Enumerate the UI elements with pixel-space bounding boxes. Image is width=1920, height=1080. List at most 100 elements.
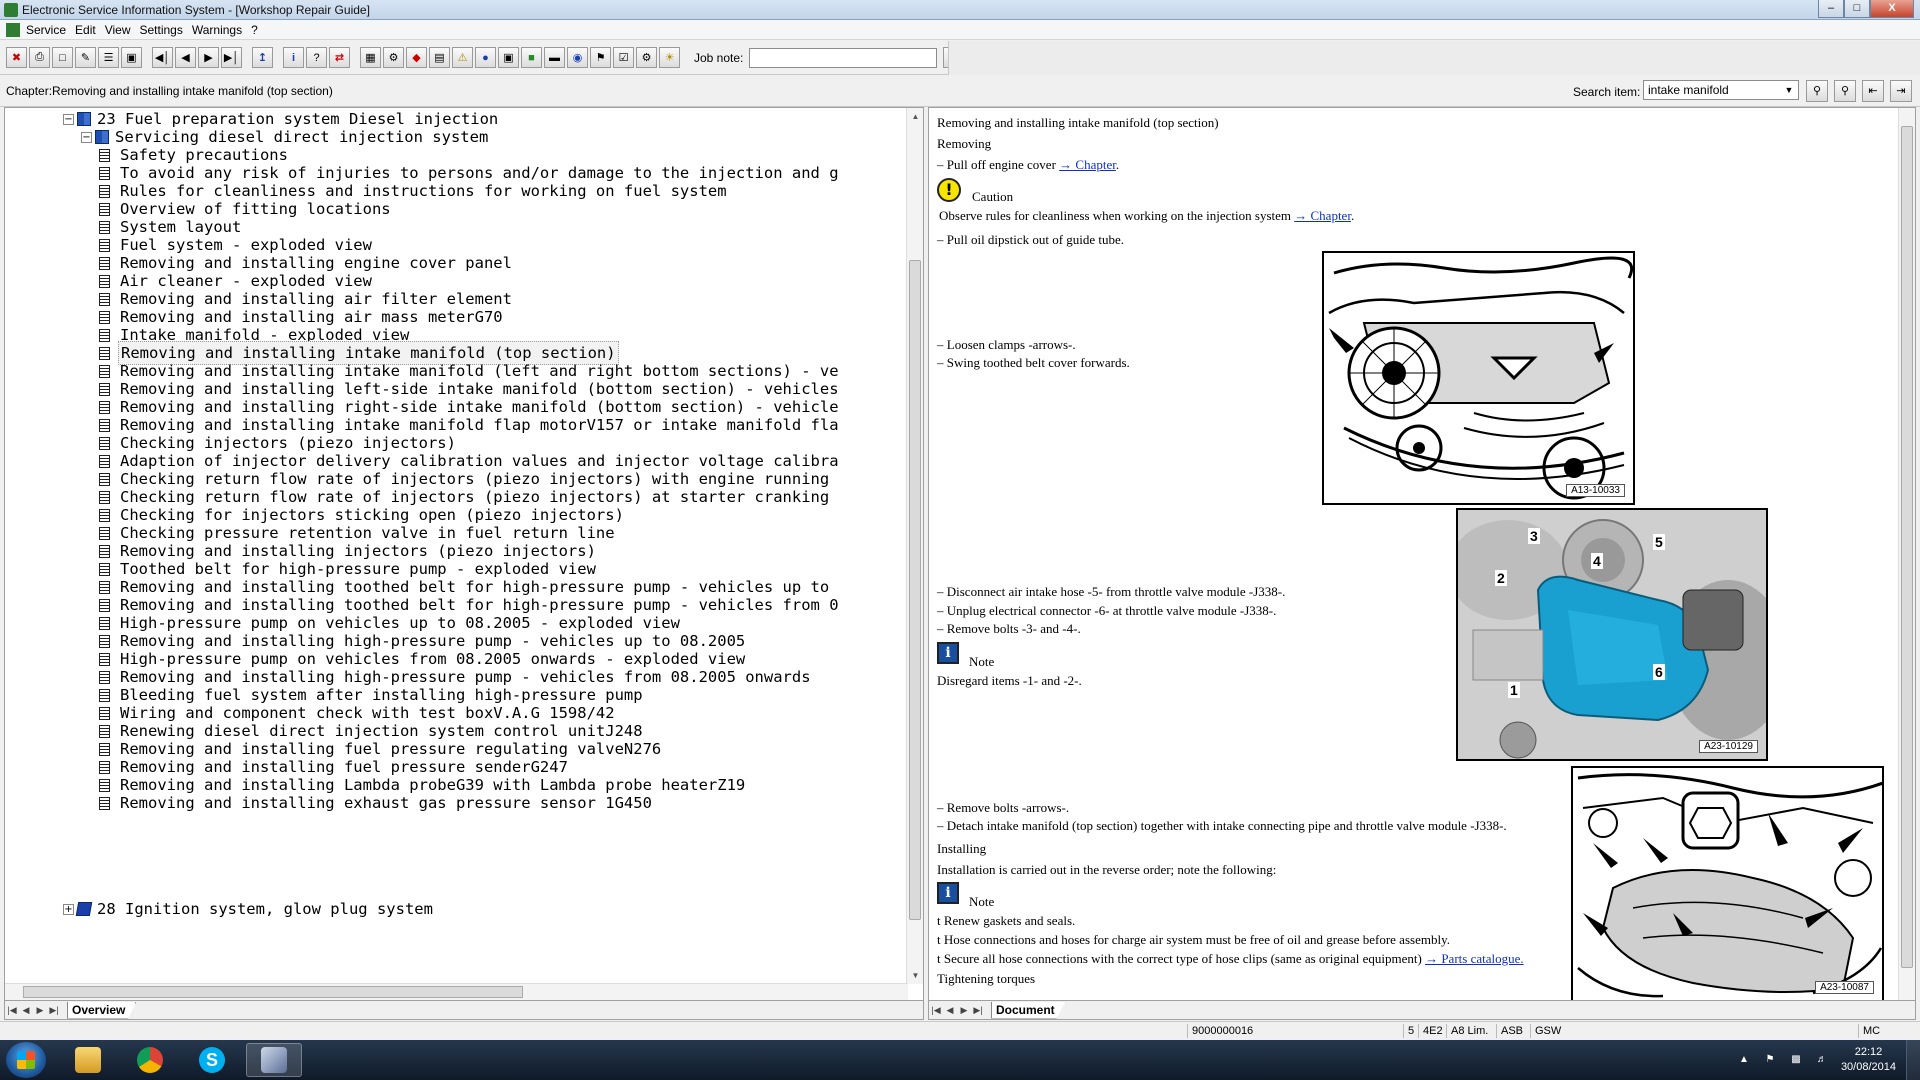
clock[interactable]: 22:12 30/08/2014 bbox=[1841, 1045, 1896, 1075]
tab-next-icon[interactable]: ▶ bbox=[33, 1005, 47, 1016]
settings-icon[interactable]: ⚙ bbox=[636, 47, 657, 68]
note-heading: Note bbox=[969, 894, 995, 909]
job-note-input[interactable] bbox=[749, 47, 938, 68]
tree-node-group-28[interactable]: + 28 Ignition system, glow plug system bbox=[63, 898, 435, 920]
collapse-icon[interactable]: − bbox=[63, 113, 74, 125]
repair-guide-icon[interactable]: ▦ bbox=[360, 47, 381, 68]
open-book-icon bbox=[95, 130, 109, 144]
tree-vertical-scrollbar[interactable]: ▲ ▼ bbox=[906, 108, 923, 984]
menu-service[interactable]: Service bbox=[26, 23, 75, 37]
volume-icon[interactable]: ♬ bbox=[1815, 1054, 1829, 1066]
flag-icon[interactable]: ⚑ bbox=[1763, 1054, 1777, 1066]
taskbar-chrome[interactable] bbox=[122, 1043, 178, 1077]
manual-icon[interactable]: ▤ bbox=[429, 47, 450, 68]
warning-icon[interactable]: ⚠ bbox=[452, 47, 473, 68]
collapse-icon[interactable]: − bbox=[81, 131, 92, 143]
scroll-thumb[interactable] bbox=[23, 986, 523, 998]
diagnosis-icon[interactable]: ◆ bbox=[406, 47, 427, 68]
scroll-up-icon[interactable]: ▲ bbox=[907, 108, 923, 125]
clock-time: 22:12 bbox=[1854, 1046, 1883, 1058]
scroll-down-icon[interactable]: ▼ bbox=[907, 967, 923, 984]
refresh-icon[interactable]: ⇄ bbox=[329, 47, 350, 68]
menu-help[interactable]: ? bbox=[251, 23, 267, 37]
chapter-tree: − 23 Fuel preparation system Diesel inje… bbox=[5, 108, 905, 984]
closed-book-icon bbox=[75, 902, 93, 916]
tab-first-icon[interactable]: |◀ bbox=[5, 1005, 19, 1016]
menu-view[interactable]: View bbox=[105, 23, 140, 37]
tab-last-icon[interactable]: ▶| bbox=[47, 1005, 61, 1016]
tab-next-icon[interactable]: ▶ bbox=[957, 1005, 971, 1016]
tab-prev-icon[interactable]: ◀ bbox=[19, 1005, 33, 1016]
up-level-icon[interactable]: ↥ bbox=[252, 47, 273, 68]
checklist-icon[interactable]: ☑ bbox=[613, 47, 634, 68]
lightbulb-icon[interactable]: ☀ bbox=[659, 47, 680, 68]
tray-arrow-icon[interactable]: ▲ bbox=[1737, 1054, 1751, 1066]
edit-document-icon[interactable]: ✎ bbox=[75, 47, 96, 68]
show-desktop-button[interactable] bbox=[1906, 1040, 1920, 1080]
search-label: Search item: bbox=[1573, 85, 1641, 99]
scroll-thumb[interactable] bbox=[1901, 126, 1913, 968]
info-icon[interactable]: i bbox=[283, 47, 304, 68]
callout-6: 6 bbox=[1653, 664, 1665, 680]
taskbar-elsa[interactable] bbox=[246, 1043, 302, 1077]
expand-left-icon[interactable]: ⇤ bbox=[1862, 80, 1884, 102]
globe-icon[interactable]: ● bbox=[475, 47, 496, 68]
new-document-icon[interactable]: □ bbox=[52, 47, 73, 68]
car-icon[interactable]: ▬ bbox=[544, 47, 565, 68]
search-next-icon[interactable]: ⚲ bbox=[1834, 80, 1856, 102]
figure-toothed-belt-cover: A13-10033 bbox=[1322, 251, 1635, 505]
chapter-link[interactable]: → Chapter bbox=[1059, 157, 1116, 172]
document-tabbar: |◀ ◀ ▶ ▶| Document bbox=[928, 1001, 1916, 1020]
search-icon[interactable]: ⚲ bbox=[1806, 80, 1828, 102]
first-page-icon[interactable]: ◀│ bbox=[152, 47, 173, 68]
minimize-button[interactable]: – bbox=[1818, 0, 1844, 18]
previous-icon[interactable]: ◀ bbox=[175, 47, 196, 68]
green-book-icon[interactable]: ■ bbox=[521, 47, 542, 68]
step-loosen-clamps: – Loosen clamps -arrows-. bbox=[937, 337, 1076, 352]
wiring-icon[interactable]: ⚙ bbox=[383, 47, 404, 68]
list-icon[interactable]: ☰ bbox=[98, 47, 119, 68]
tab-document[interactable]: Document bbox=[991, 1001, 1066, 1019]
document-menu-icon[interactable] bbox=[6, 22, 20, 37]
scroll-thumb[interactable] bbox=[909, 260, 921, 920]
close-button[interactable]: X bbox=[1870, 0, 1914, 18]
document-icon bbox=[99, 598, 110, 612]
search-combo[interactable]: intake manifold ▼ bbox=[1643, 80, 1799, 100]
print-icon[interactable]: ⎙ bbox=[29, 47, 50, 68]
document-icon bbox=[99, 202, 110, 216]
document-icon bbox=[99, 382, 110, 396]
parts-catalogue-link[interactable]: → Parts catalogue. bbox=[1425, 951, 1524, 966]
tab-first-icon[interactable]: |◀ bbox=[929, 1005, 943, 1016]
help-icon[interactable]: ? bbox=[306, 47, 327, 68]
document-vertical-scrollbar[interactable] bbox=[1898, 108, 1915, 1000]
start-button[interactable] bbox=[6, 1042, 46, 1078]
expand-right-icon[interactable]: ⇥ bbox=[1890, 80, 1912, 102]
status-cell-3: A8 Lim. bbox=[1446, 1024, 1488, 1038]
last-page-icon[interactable]: ▶│ bbox=[221, 47, 242, 68]
expand-icon[interactable]: + bbox=[63, 903, 74, 915]
taskbar-explorer[interactable] bbox=[60, 1043, 116, 1077]
tree-horizontal-scrollbar[interactable] bbox=[5, 983, 908, 1000]
chevron-down-icon[interactable]: ▼ bbox=[1782, 83, 1796, 97]
tree-item[interactable]: Removing and installing exhaust gas pres… bbox=[99, 792, 654, 814]
tab-prev-icon[interactable]: ◀ bbox=[943, 1005, 957, 1016]
chapter-link[interactable]: → Chapter bbox=[1294, 208, 1351, 223]
menu-edit[interactable]: Edit bbox=[75, 23, 105, 37]
menu-warnings[interactable]: Warnings bbox=[192, 23, 251, 37]
next-icon[interactable]: ▶ bbox=[198, 47, 219, 68]
search-vehicle-icon[interactable]: ◉ bbox=[567, 47, 588, 68]
toolbar-right-area bbox=[948, 41, 1920, 75]
tab-overview[interactable]: Overview bbox=[67, 1001, 137, 1019]
menu-settings[interactable]: Settings bbox=[140, 23, 192, 37]
network-icon[interactable]: ▩ bbox=[1789, 1054, 1803, 1066]
elsa-app-icon bbox=[261, 1047, 287, 1073]
exit-icon[interactable]: ✖ bbox=[6, 47, 27, 68]
vehicle-icon[interactable]: ▣ bbox=[121, 47, 142, 68]
tab-last-icon[interactable]: ▶| bbox=[971, 1005, 985, 1016]
maximize-button[interactable]: □ bbox=[1844, 0, 1870, 18]
tools-icon[interactable]: ▣ bbox=[498, 47, 519, 68]
taskbar-skype[interactable]: S bbox=[184, 1043, 240, 1077]
document-icon bbox=[99, 526, 110, 540]
chapter-title: Chapter:Removing and installing intake m… bbox=[6, 84, 333, 98]
bookmark-icon[interactable]: ⚑ bbox=[590, 47, 611, 68]
